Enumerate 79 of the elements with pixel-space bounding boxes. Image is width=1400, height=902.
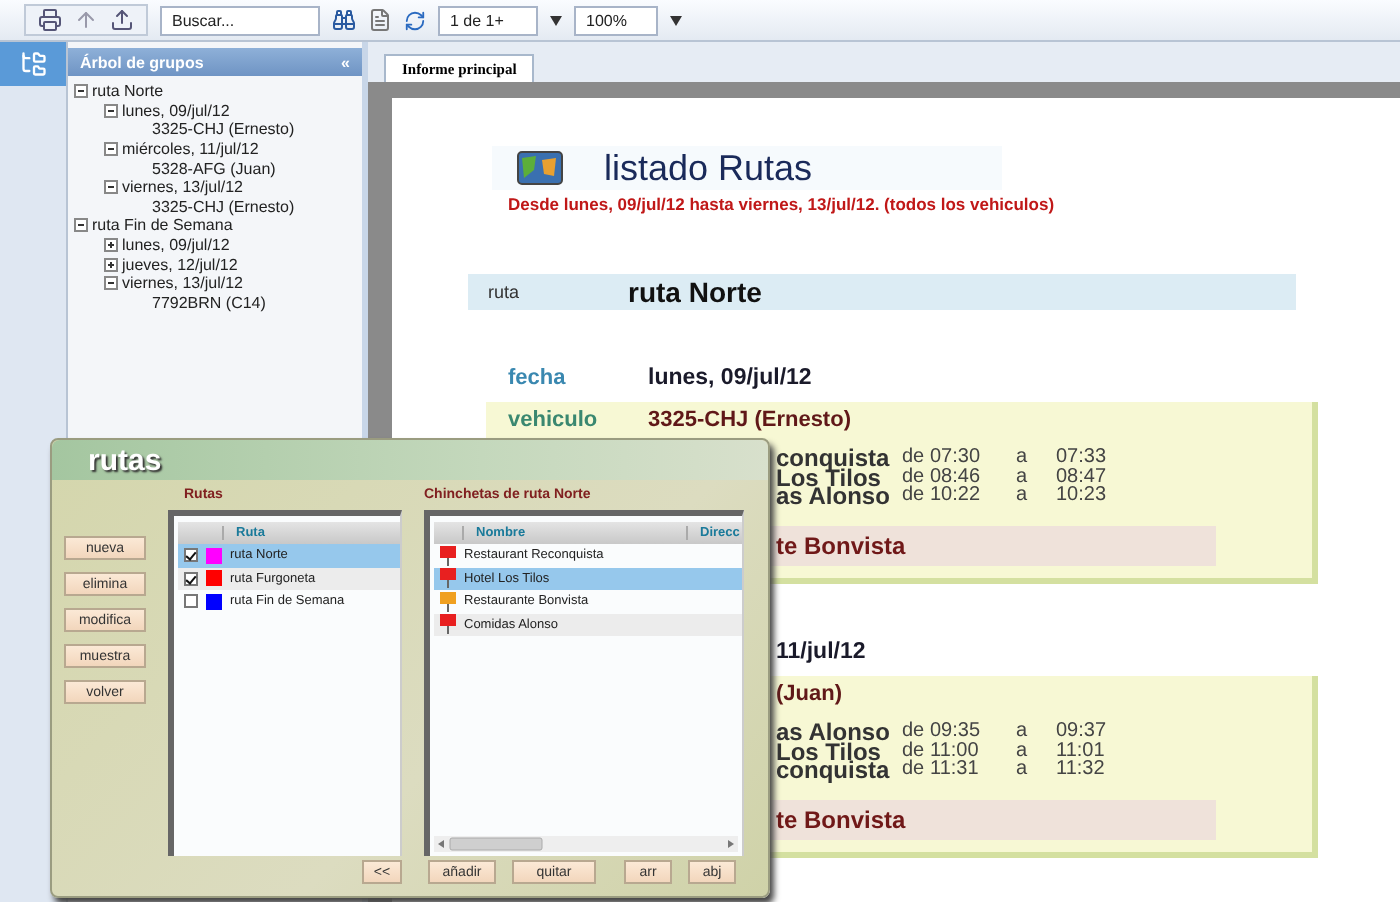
binoculars-icon[interactable] [332, 8, 356, 32]
from-label: de [902, 447, 927, 468]
from-time: 11:00 [930, 741, 981, 762]
to-time: 11:32 [1056, 760, 1107, 781]
zoom-field[interactable]: 100% [574, 5, 658, 35]
tree-item[interactable]: 3325-CHJ (Ernesto) [152, 120, 295, 139]
page-icon[interactable] [368, 8, 392, 32]
summary-text: te Bonvista [776, 806, 906, 835]
date-value: lunes, 09/jul/12 [648, 366, 812, 390]
collapse-toggle[interactable] [104, 103, 118, 118]
stop-name: as Alonso [776, 486, 892, 507]
tree-item[interactable]: viernes, 13/jul/12 [122, 178, 243, 197]
from-label: de [902, 486, 927, 507]
from-time: 07:30 [930, 447, 983, 468]
search-field[interactable]: Buscar... [160, 5, 320, 35]
checkbox[interactable] [184, 548, 198, 563]
vehicle-label: vehiculo [508, 407, 600, 431]
tree-item[interactable]: miércoles, 11/jul/12 [122, 140, 259, 159]
collapse-toggle[interactable] [74, 84, 88, 99]
checkbox[interactable] [184, 594, 198, 609]
collapse-toggle[interactable] [104, 142, 118, 157]
stop-name: conquista [776, 760, 892, 781]
date-value: 11/jul/12 [776, 640, 866, 665]
from-label: de [902, 741, 927, 762]
stop-name: Los Tilos [776, 741, 881, 762]
route-name: ruta Norte [628, 276, 762, 308]
vehicle-value: 3325-CHJ (Ernesto) [648, 407, 851, 431]
report-subtitle: Desde lunes, 09/jul/12 hasta viernes, 13/jul/12. (todos los vehiculos) [508, 194, 1057, 214]
from-time: 10:22 [930, 486, 983, 507]
expand-toggle[interactable] [104, 257, 118, 272]
from-time: 08:46 [930, 467, 983, 488]
to-label: a [1016, 486, 1030, 507]
to-label: a [1016, 721, 1030, 742]
to-label: a [1016, 741, 1030, 762]
map-icon [516, 150, 564, 186]
expand-toggle[interactable] [104, 238, 118, 253]
to-label: a [1016, 447, 1030, 468]
tree-item[interactable]: ruta Norte [92, 82, 164, 101]
to-time: 07:33 [1056, 447, 1109, 468]
tree-icon [19, 50, 47, 78]
tree-item[interactable]: 3325-CHJ (Ernesto) [152, 197, 295, 216]
tree-item[interactable]: 5328-AFG (Juan) [152, 159, 276, 178]
stop-name: Los Tilos [776, 467, 881, 488]
to-time: 08:47 [1056, 467, 1109, 488]
refresh-icon[interactable] [404, 9, 426, 31]
tree-item[interactable]: jueves, 12/jul/12 [122, 255, 238, 274]
print-icon[interactable] [38, 8, 62, 32]
collapse-toggle[interactable] [104, 276, 118, 291]
export-icon[interactable] [110, 8, 134, 32]
from-label: de [902, 467, 927, 488]
report-title: listado Rutas [604, 147, 813, 189]
tree-item[interactable]: lunes, 09/jul/12 [122, 101, 230, 120]
from-label: de [902, 760, 927, 781]
collapse-toggle[interactable] [104, 180, 118, 195]
dropdown-caret-icon[interactable] [670, 15, 682, 25]
collapse-toggle[interactable] [74, 218, 88, 233]
tree-item[interactable]: viernes, 13/jul/12 [122, 274, 243, 293]
to-time: 09:37 [1056, 721, 1109, 742]
to-time: 10:23 [1056, 486, 1109, 507]
tree-item[interactable]: ruta Fin de Semana [92, 216, 233, 235]
tree-item[interactable]: lunes, 09/jul/12 [122, 236, 230, 255]
to-label: a [1016, 760, 1030, 781]
page-field[interactable]: 1 de 1+ [438, 5, 538, 35]
tree-item[interactable]: 7792BRN (C14) [152, 293, 266, 312]
from-time: 09:35 [930, 721, 983, 742]
to-label: a [1016, 467, 1030, 488]
summary-text: te Bonvista [776, 532, 906, 561]
dialog-title: rutas [88, 443, 162, 477]
checkbox[interactable] [184, 571, 198, 586]
from-label: de [902, 721, 927, 742]
dropdown-caret-icon[interactable] [550, 15, 562, 25]
stop-name: conquista [776, 447, 892, 468]
route-label: ruta [488, 282, 522, 302]
stop-name: as Alonso [776, 721, 892, 742]
from-time: 11:31 [930, 760, 981, 781]
to-time: 11:01 [1056, 741, 1107, 762]
date-label: fecha [508, 366, 568, 390]
panel-title: Árbol de grupos [80, 53, 204, 71]
vehicle-value: (Juan) [776, 681, 842, 706]
